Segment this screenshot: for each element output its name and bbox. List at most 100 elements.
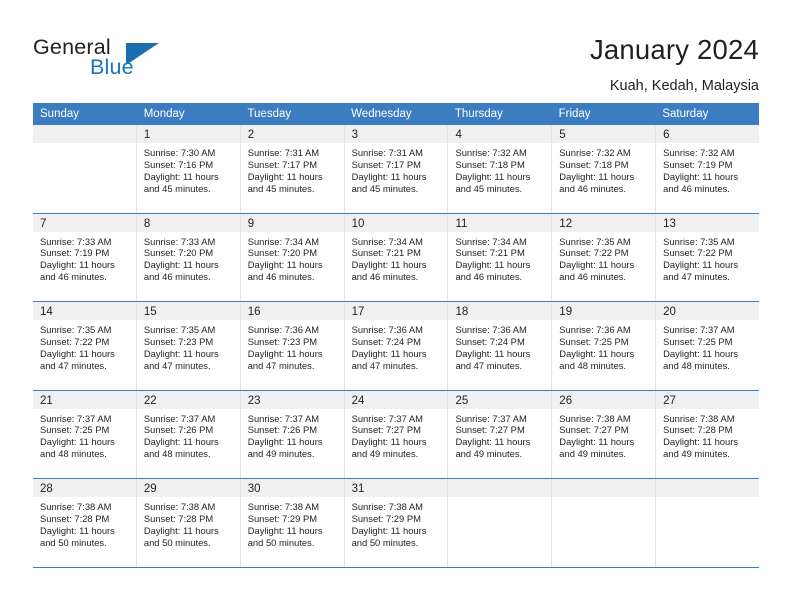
- calendar-day-cell[interactable]: 12 Sunrise: 7:35 AM Sunset: 7:22 PM Dayligh…: [552, 213, 657, 301]
- day-detail-line: and 46 minutes.: [351, 271, 419, 283]
- calendar-day-cell[interactable]: 29 Sunrise: 7:38 AM Sunset: 7:28 PM Dayligh…: [136, 479, 241, 567]
- day-detail-line: Daylight: 11 hours: [559, 259, 635, 271]
- day-number-band: 1: [136, 125, 240, 143]
- day-detail-line: Sunrise: 7:32 AM: [663, 147, 735, 158]
- calendar-day-cell[interactable]: 1 Sunrise: 7:30 AM Sunset: 7:16 PM Daylight…: [136, 125, 241, 213]
- calendar-day-cell[interactable]: 4 Sunrise: 7:32 AM Sunset: 7:18 PM Daylight…: [448, 125, 553, 213]
- logo-text-blue: Blue: [90, 55, 134, 79]
- day-details: Sunrise: 7:38 AM Sunset: 7:28 PM Daylight:…: [33, 497, 136, 549]
- day-detail-line: Sunrise: 7:33 AM: [40, 235, 112, 247]
- calendar-day-cell[interactable]: 26 Sunrise: 7:38 AM Sunset: 7:27 PM Dayligh…: [552, 390, 657, 478]
- day-number: 13: [663, 217, 676, 230]
- day-detail-line: and 45 minutes.: [247, 182, 315, 194]
- day-detail-line: Daylight: 11 hours: [143, 524, 219, 536]
- calendar-day-cell[interactable]: 5 Sunrise: 7:32 AM Sunset: 7:18 PM Daylight…: [552, 125, 657, 213]
- day-details: [448, 497, 551, 501]
- day-details: Sunrise: 7:36 AM Sunset: 7:23 PM Daylight:…: [241, 320, 344, 372]
- day-details: Sunrise: 7:37 AM Sunset: 7:25 PM Daylight:…: [33, 409, 136, 461]
- day-number-band: 14: [33, 302, 136, 320]
- day-number-band: 26: [552, 390, 656, 409]
- calendar-weeks: 1 Sunrise: 7:30 AM Sunset: 7:16 PM Daylight…: [33, 125, 760, 568]
- calendar-day-cell[interactable]: 16 Sunrise: 7:36 AM Sunset: 7:23 PM Dayligh…: [240, 302, 345, 390]
- day-details: Sunrise: 7:34 AM Sunset: 7:21 PM Daylight:…: [448, 232, 551, 284]
- calendar-day-cell[interactable]: 17 Sunrise: 7:36 AM Sunset: 7:24 PM Dayligh…: [344, 302, 449, 390]
- calendar-day-cell[interactable]: 25 Sunrise: 7:37 AM Sunset: 7:27 PM Dayligh…: [448, 390, 553, 478]
- day-detail-line: Sunrise: 7:34 AM: [351, 235, 423, 247]
- calendar-day-empty: [448, 479, 553, 567]
- calendar-day-empty: [33, 125, 137, 213]
- day-details: Sunrise: 7:37 AM Sunset: 7:26 PM Daylight:…: [241, 409, 344, 461]
- calendar-day-cell[interactable]: 28 Sunrise: 7:38 AM Sunset: 7:28 PM Dayligh…: [33, 479, 137, 567]
- calendar-day-cell[interactable]: 19 Sunrise: 7:36 AM Sunset: 7:25 PM Dayligh…: [552, 302, 657, 390]
- calendar-day-cell[interactable]: 11 Sunrise: 7:34 AM Sunset: 7:21 PM Dayligh…: [448, 213, 553, 301]
- calendar-day-cell[interactable]: 23 Sunrise: 7:37 AM Sunset: 7:26 PM Dayligh…: [240, 390, 345, 478]
- calendar-day-cell[interactable]: 21 Sunrise: 7:37 AM Sunset: 7:25 PM Dayligh…: [33, 390, 137, 478]
- calendar-day-cell[interactable]: 22 Sunrise: 7:37 AM Sunset: 7:26 PM Dayligh…: [136, 390, 241, 478]
- day-detail-line: Sunrise: 7:37 AM: [40, 412, 112, 424]
- day-detail-line: and 49 minutes.: [663, 448, 730, 460]
- day-detail-line: Sunset: 7:28 PM: [40, 512, 110, 524]
- day-number: 21: [40, 394, 53, 407]
- calendar-day-cell[interactable]: 10 Sunrise: 7:34 AM Sunset: 7:21 PM Dayligh…: [344, 213, 449, 301]
- day-detail-line: Sunrise: 7:37 AM: [143, 412, 216, 424]
- calendar-day-empty: [552, 479, 657, 567]
- calendar-day-cell[interactable]: 2 Sunrise: 7:31 AM Sunset: 7:17 PM Daylight…: [240, 125, 345, 213]
- day-details: Sunrise: 7:32 AM Sunset: 7:18 PM Daylight:…: [448, 143, 551, 195]
- day-details: Sunrise: 7:34 AM Sunset: 7:21 PM Daylight:…: [345, 232, 448, 284]
- page-header: General Blue January 2024 Kuah, Kedah, M…: [0, 0, 792, 98]
- calendar-day-cell[interactable]: 24 Sunrise: 7:37 AM Sunset: 7:27 PM Dayligh…: [344, 390, 449, 478]
- day-detail-line: Sunset: 7:24 PM: [455, 335, 525, 347]
- day-detail-line: Daylight: 11 hours: [247, 524, 323, 536]
- day-detail-line: Sunset: 7:16 PM: [143, 158, 214, 170]
- day-number-band: 3: [344, 125, 448, 143]
- day-detail-line: Sunset: 7:23 PM: [143, 335, 214, 347]
- day-detail-line: Sunset: 7:28 PM: [143, 512, 214, 524]
- day-number-band: 31: [344, 479, 448, 497]
- day-number-band: [656, 479, 760, 497]
- calendar-day-cell[interactable]: 7 Sunrise: 7:33 AM Sunset: 7:19 PM Daylight…: [33, 213, 137, 301]
- day-detail-line: and 48 minutes.: [559, 359, 627, 371]
- day-number: 12: [559, 217, 573, 230]
- day-detail-line: Sunrise: 7:38 AM: [559, 412, 631, 424]
- day-number: 28: [40, 483, 53, 495]
- calendar-day-cell[interactable]: 13 Sunrise: 7:35 AM Sunset: 7:22 PM Dayligh…: [656, 213, 760, 302]
- calendar-day-cell[interactable]: 20 Sunrise: 7:37 AM Sunset: 7:25 PM Dayligh…: [656, 302, 760, 390]
- day-details: Sunrise: 7:30 AM Sunset: 7:16 PM Daylight:…: [137, 143, 240, 195]
- day-number-band: 29: [136, 479, 240, 497]
- day-detail-line: and 48 minutes.: [663, 359, 730, 371]
- day-number: 8: [143, 217, 151, 230]
- calendar-day-cell[interactable]: 6 Sunrise: 7:32 AM Sunset: 7:19 PM Daylight…: [656, 125, 760, 213]
- general-blue-logo[interactable]: General Blue: [33, 35, 213, 85]
- calendar-day-cell[interactable]: 30 Sunrise: 7:38 AM Sunset: 7:29 PM Dayligh…: [240, 479, 345, 567]
- day-number-band: 24: [344, 390, 448, 409]
- day-detail-line: Daylight: 11 hours: [663, 347, 739, 359]
- day-detail-line: Sunset: 7:21 PM: [351, 247, 421, 259]
- day-detail-line: Daylight: 11 hours: [143, 259, 219, 271]
- day-detail-line: Sunset: 7:26 PM: [143, 424, 214, 436]
- calendar-day-cell[interactable]: 14 Sunrise: 7:35 AM Sunset: 7:22 PM Dayligh…: [33, 302, 137, 390]
- day-number-band: 21: [33, 390, 136, 409]
- day-detail-line: Sunrise: 7:35 AM: [663, 235, 735, 247]
- day-number: 27: [663, 394, 676, 407]
- calendar-day-cell[interactable]: 27 Sunrise: 7:38 AM Sunset: 7:28 PM Dayligh…: [656, 390, 760, 479]
- day-detail-line: Sunrise: 7:36 AM: [351, 324, 423, 335]
- calendar-day-cell[interactable]: 15 Sunrise: 7:35 AM Sunset: 7:23 PM Dayligh…: [136, 302, 241, 390]
- weekday-header-row: Sunday Monday Tuesday Wednesday Thursday Frid…: [33, 103, 759, 125]
- day-details: Sunrise: 7:31 AM Sunset: 7:17 PM Daylight:…: [345, 143, 448, 195]
- day-number-band: 2: [240, 125, 344, 143]
- day-detail-line: and 47 minutes.: [247, 359, 315, 371]
- day-detail-line: and 46 minutes.: [455, 271, 523, 283]
- day-number: 29: [143, 483, 157, 495]
- calendar-day-cell[interactable]: 3 Sunrise: 7:31 AM Sunset: 7:17 PM Daylight…: [344, 125, 449, 213]
- calendar-day-cell[interactable]: 31 Sunrise: 7:38 AM Sunset: 7:29 PM Dayligh…: [344, 479, 449, 567]
- day-detail-line: Sunset: 7:29 PM: [351, 512, 421, 524]
- calendar-day-cell[interactable]: 18 Sunrise: 7:36 AM Sunset: 7:24 PM Dayligh…: [448, 302, 553, 390]
- day-detail-line: Sunrise: 7:35 AM: [143, 324, 216, 335]
- day-details: Sunrise: 7:36 AM Sunset: 7:25 PM Daylight:…: [552, 320, 655, 372]
- day-details: [552, 497, 655, 501]
- day-number-band: 18: [448, 302, 552, 320]
- day-detail-line: Daylight: 11 hours: [559, 170, 635, 182]
- day-detail-line: Daylight: 11 hours: [663, 170, 739, 182]
- calendar-day-cell[interactable]: 8 Sunrise: 7:33 AM Sunset: 7:20 PM Daylight…: [136, 213, 241, 301]
- calendar-day-cell[interactable]: 9 Sunrise: 7:34 AM Sunset: 7:20 PM Daylight…: [240, 213, 345, 301]
